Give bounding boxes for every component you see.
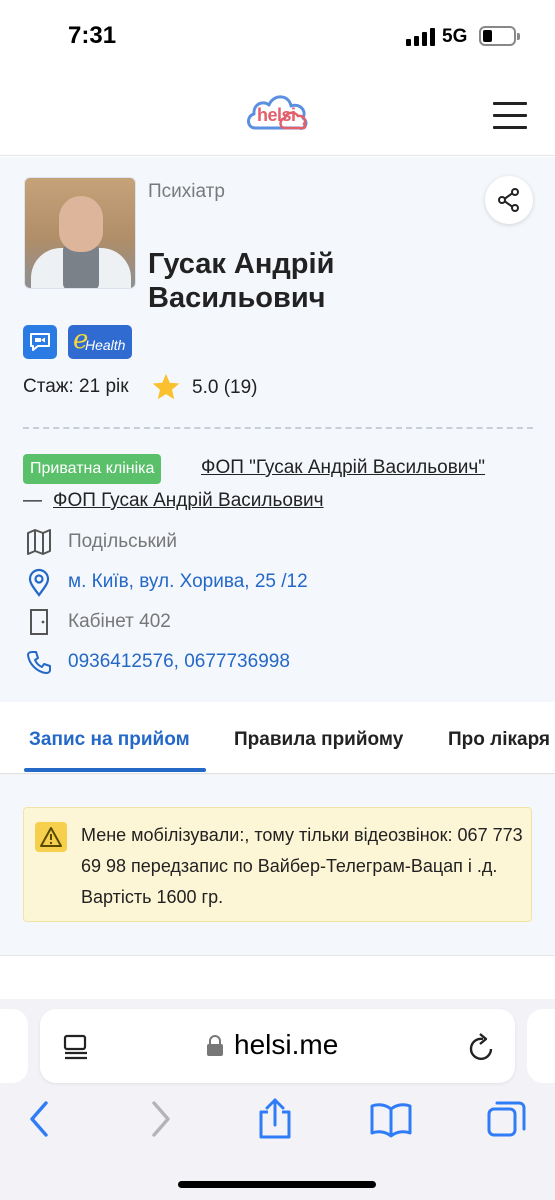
phones-link[interactable]: 0936412576, 0677736998 [68,651,290,673]
url-text[interactable]: helsi.me [234,1029,338,1061]
tab-bar: Запис на прийом Правила прийому Про ліка… [0,702,555,774]
share-button[interactable] [485,176,533,224]
cabinet-text: Кабінет 402 [68,611,171,632]
next-tab-pill[interactable] [527,1009,555,1083]
address-link[interactable]: м. Київ, вул. Хорива, 25 /12 [68,571,308,593]
clinic-type-badge: Приватна клініка [23,454,162,484]
location-pin-icon [28,568,50,597]
video-consult-badge [23,325,57,359]
video-chat-icon [30,333,50,351]
helsi-logo[interactable]: helsi [245,88,311,134]
active-tab-indicator [24,768,206,772]
lock-icon [207,1035,223,1056]
notice-text: Мене мобілізували:, тому тільки відеозві… [81,825,523,907]
map-icon [27,529,51,555]
menu-button[interactable] [493,102,527,129]
notice-section: Мене мобілізували:, тому тільки відеозві… [0,775,555,955]
dash-separator: — [23,490,42,511]
star-icon [152,373,180,400]
tab-rules[interactable]: Правила прийому [234,729,403,751]
door-icon [30,609,48,635]
district-text: Подільський [68,531,178,552]
share-sheet-icon[interactable] [253,1097,297,1141]
warning-icon [35,822,67,852]
doctor-specialty: Психіатр [148,181,225,202]
tab-appointment[interactable]: Запис на прийом [29,729,190,751]
address-bar[interactable]: helsi.me [40,1009,515,1083]
forward-icon[interactable] [138,1097,182,1141]
back-icon[interactable] [18,1097,62,1141]
logo-text: helsi [257,105,296,125]
rating-value[interactable]: 5.0 (19) [192,377,257,399]
status-bar: 7:31 5G [0,0,555,72]
tabs-icon[interactable] [485,1097,529,1141]
doctor-profile: Психіатр Гусак Андрій Васильович e Healt… [0,157,555,702]
warning-notice: Мене мобілізували:, тому тільки відеозві… [23,807,532,922]
browser-toolbar: helsi.me [0,999,555,1200]
clinic-link[interactable]: ФОП "Гусак Андрій Васильович" [201,457,485,479]
battery-icon [479,26,520,46]
site-header: helsi [0,72,555,156]
share-icon [498,188,519,212]
content-strip [0,955,555,999]
network-type: 5G [442,26,468,47]
page-menu-icon[interactable] [60,1031,92,1063]
previous-tab-pill[interactable] [0,1009,28,1083]
phone-icon [27,651,51,674]
bookmarks-icon[interactable] [369,1097,413,1141]
divider [23,427,533,429]
experience-text: Стаж: 21 рік [23,376,129,397]
doctor-name: Гусак Андрій Васильович [148,248,335,314]
ehealth-label: Health [85,337,126,353]
reload-icon[interactable] [467,1031,497,1063]
signal-icon [406,28,436,46]
status-time: 7:31 [68,22,117,49]
tab-about-doctor[interactable]: Про лікаря [448,729,550,751]
ehealth-badge: e Health [68,325,132,359]
clinic-owner-link[interactable]: ФОП Гусак Андрій Васильович [53,490,324,512]
home-indicator [178,1181,376,1188]
doctor-photo [24,177,136,289]
